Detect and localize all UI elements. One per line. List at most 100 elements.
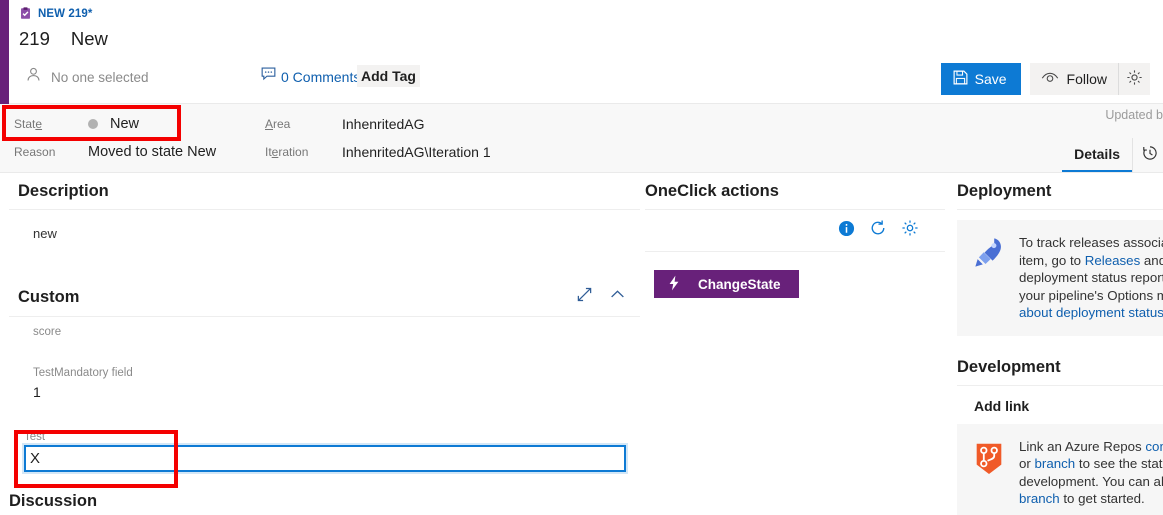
testmandatory-label: TestMandatory field: [33, 367, 133, 379]
work-item-page: NEW 219* 219 New No one selected 0 Comme…: [0, 0, 1163, 515]
state-label: State: [14, 117, 43, 131]
eye-icon: [1041, 71, 1059, 88]
updated-by-label: Updated b: [1105, 108, 1163, 122]
oneclick-settings-gear-icon[interactable]: [901, 219, 919, 242]
add-link-button[interactable]: Add link: [957, 386, 1163, 414]
comments-link[interactable]: 0 Comments: [261, 67, 360, 86]
changestate-button-label: ChangeState: [698, 276, 781, 292]
reason-field-row[interactable]: Reason Moved to state New: [14, 138, 216, 166]
discussion-heading: Discussion: [9, 492, 98, 510]
comment-bubble-icon: [261, 67, 276, 86]
branch-link[interactable]: branch: [1035, 456, 1076, 471]
task-clipboard-icon: [19, 7, 32, 20]
assignee-picker[interactable]: No one selected: [25, 66, 149, 88]
work-item-tab-label: NEW 219*: [38, 7, 93, 20]
work-item-settings-button[interactable]: [1118, 63, 1150, 95]
area-label: Area: [265, 117, 291, 131]
deployment-note-line-2a: item, go to: [1019, 252, 1085, 268]
refresh-icon[interactable]: [869, 219, 887, 242]
deployment-note-line-1: To track releases associated: [1019, 235, 1163, 250]
oneclick-toolbar: [645, 210, 945, 251]
development-note-line-2a: or: [1019, 456, 1035, 471]
iteration-value[interactable]: InhenritedAG\Iteration 1: [342, 144, 491, 160]
development-note-text: Link an Azure Repos commit or branch to …: [1019, 438, 1163, 508]
area-value[interactable]: InhenritedAG: [342, 116, 425, 132]
description-body[interactable]: new: [9, 210, 640, 280]
oneclick-divider-bottom: [645, 251, 945, 252]
reason-label: Reason: [14, 145, 56, 159]
deployment-note-line-4: your pipeline's Options men: [1019, 287, 1163, 303]
work-item-tab[interactable]: NEW 219*: [9, 0, 101, 24]
chevron-up-icon[interactable]: [609, 286, 626, 308]
custom-field-test: Test: [24, 431, 626, 472]
description-heading: Description: [18, 182, 109, 200]
git-branch-icon: [971, 438, 1007, 508]
score-value[interactable]: [33, 338, 640, 358]
description-column: Description new Custom score TestMandato…: [9, 176, 640, 400]
save-floppy-icon: [953, 70, 968, 88]
deployment-divider: [957, 209, 1163, 210]
tab-history[interactable]: [1132, 138, 1163, 172]
state-status-dot: [88, 119, 98, 129]
comments-count: 0 Comments: [281, 68, 361, 85]
releases-link[interactable]: Releases: [1085, 253, 1140, 268]
detail-tabs: Details: [1062, 138, 1163, 172]
score-label: score: [33, 326, 62, 338]
expand-icon[interactable]: [576, 286, 593, 308]
area-field-row[interactable]: Area InhenritedAG: [265, 110, 491, 138]
branch-link-2[interactable]: branch: [1019, 491, 1060, 506]
development-note-line-2: or branch to see the status o: [1019, 455, 1163, 473]
custom-section-header: Custom: [9, 280, 640, 316]
development-note-line-4b: to get started.: [1059, 491, 1145, 506]
meta-row: No one selected 0 Comments Add Tag Save …: [9, 56, 1163, 104]
development-note-line-2b: to see the status o: [1078, 456, 1163, 471]
deployment-heading: Deployment: [957, 182, 1052, 200]
add-tag-button[interactable]: Add Tag: [357, 65, 420, 87]
follow-button[interactable]: Follow: [1029, 63, 1118, 95]
deployment-status-link[interactable]: about deployment status rep: [1019, 304, 1163, 322]
test-label: Test: [24, 431, 46, 443]
development-note-line-3: development. You can also c: [1019, 473, 1163, 489]
state-value[interactable]: New: [110, 116, 139, 132]
save-button-label: Save: [974, 71, 1007, 87]
right-column: Deployment To track releases associated …: [957, 176, 1163, 515]
test-input[interactable]: [24, 445, 626, 472]
iteration-field-row[interactable]: Iteration InhenritedAG\Iteration 1: [265, 138, 491, 166]
tab-strip: NEW 219*: [9, 0, 1163, 24]
reason-value[interactable]: Moved to state New: [88, 144, 216, 160]
oneclick-heading: OneClick actions: [645, 182, 779, 200]
info-icon[interactable]: [838, 220, 855, 242]
development-note-line-4: branch to get started.: [1019, 490, 1163, 508]
field-summary-band: State New Reason Moved to state New Area…: [0, 104, 1163, 173]
deployment-note-text: To track releases associated item, go to…: [1019, 234, 1163, 322]
gear-icon: [1126, 69, 1143, 89]
deployment-empty-note: To track releases associated item, go to…: [957, 220, 1163, 336]
custom-field-score: score: [9, 317, 640, 358]
custom-field-testmandatory: TestMandatory field 1: [9, 358, 640, 400]
title-row: 219 New: [9, 24, 108, 54]
follow-button-group: Follow: [1029, 63, 1150, 95]
assignee-label: No one selected: [51, 69, 149, 85]
iteration-label: Iteration: [265, 145, 309, 159]
tab-details[interactable]: Details: [1062, 138, 1132, 172]
work-item-id: 219: [19, 28, 50, 49]
area-iteration-group: Area InhenritedAG Iteration InhenritedAG…: [265, 110, 491, 166]
rocket-icon: [971, 234, 1007, 322]
follow-button-label: Follow: [1066, 71, 1107, 87]
changestate-button[interactable]: ChangeState: [654, 270, 799, 298]
commit-link[interactable]: commit: [1145, 439, 1163, 454]
deployment-note-line-3: deployment status reporting: [1019, 270, 1163, 285]
development-note-line-1a: Link an Azure Repos: [1019, 438, 1146, 454]
deployment-note-line-2: item, go to Releases and tur: [1019, 252, 1163, 270]
left-accent-rail: [0, 0, 9, 106]
action-button-bar: Save Follow: [940, 63, 1150, 95]
save-button[interactable]: Save: [940, 63, 1021, 95]
development-empty-note: Link an Azure Repos commit or branch to …: [957, 423, 1163, 515]
development-heading: Development: [957, 357, 1061, 376]
deployment-note-line-2b: and tur: [1143, 252, 1163, 268]
development-note-line-1: Link an Azure Repos commit: [1019, 438, 1163, 456]
state-reason-group: State New Reason Moved to state New: [14, 110, 216, 166]
testmandatory-value[interactable]: 1: [33, 379, 640, 400]
state-field-row[interactable]: State New: [14, 110, 216, 138]
work-item-title[interactable]: New: [71, 28, 108, 50]
